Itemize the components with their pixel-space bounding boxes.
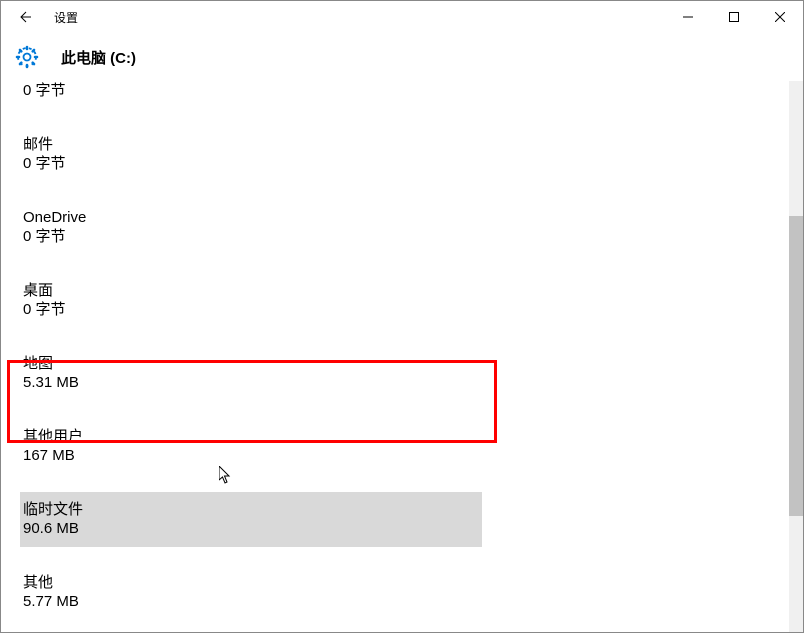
storage-item-name: 邮件 [23, 135, 789, 155]
storage-item-size: 167 MB [23, 446, 789, 466]
back-button[interactable] [9, 1, 39, 33]
storage-item[interactable]: 其他 5.77 MB [23, 565, 789, 620]
scrollbar-track[interactable] [789, 81, 803, 632]
storage-item[interactable]: OneDrive 0 字节 [23, 200, 789, 255]
minimize-icon [683, 12, 693, 22]
storage-item[interactable]: 地图 5.31 MB [23, 346, 789, 401]
storage-item-size: 5.31 MB [23, 373, 789, 393]
storage-item-temp-files[interactable]: 临时文件 90.6 MB [20, 492, 482, 547]
maximize-button[interactable] [711, 1, 757, 33]
close-button[interactable] [757, 1, 803, 33]
scrollbar-thumb[interactable] [789, 216, 803, 516]
storage-item-size: 0 字节 [23, 81, 789, 101]
storage-item[interactable]: 桌面 0 字节 [23, 273, 789, 328]
titlebar: 设置 [1, 1, 803, 33]
page-header: 此电脑 (C:) [1, 33, 803, 81]
storage-item[interactable]: 其他用户 167 MB [23, 419, 789, 474]
storage-item-size: 0 字节 [23, 300, 789, 320]
page-title: 此电脑 (C:) [61, 47, 136, 68]
storage-item-size: 5.77 MB [23, 592, 789, 612]
storage-item-size: 0 字节 [23, 154, 789, 174]
storage-item-name: OneDrive [23, 208, 789, 228]
minimize-button[interactable] [665, 1, 711, 33]
storage-item-name: 其他用户 [23, 427, 789, 447]
storage-item-size: 0 字节 [23, 227, 789, 247]
gear-icon [15, 45, 39, 69]
storage-item-name: 桌面 [23, 281, 789, 301]
back-arrow-icon [16, 9, 32, 25]
storage-item-name: 临时文件 [23, 500, 479, 520]
window-title: 设置 [54, 9, 78, 26]
storage-item[interactable]: 0 字节 [23, 81, 789, 109]
storage-item[interactable]: 邮件 0 字节 [23, 127, 789, 182]
maximize-icon [729, 12, 739, 22]
storage-item-name: 地图 [23, 354, 789, 374]
storage-item-size: 90.6 MB [23, 519, 479, 539]
storage-item-name: 其他 [23, 573, 789, 593]
storage-content: 0 字节 邮件 0 字节 OneDrive 0 字节 桌面 0 字节 地图 5.… [1, 81, 789, 632]
close-icon [775, 12, 785, 22]
